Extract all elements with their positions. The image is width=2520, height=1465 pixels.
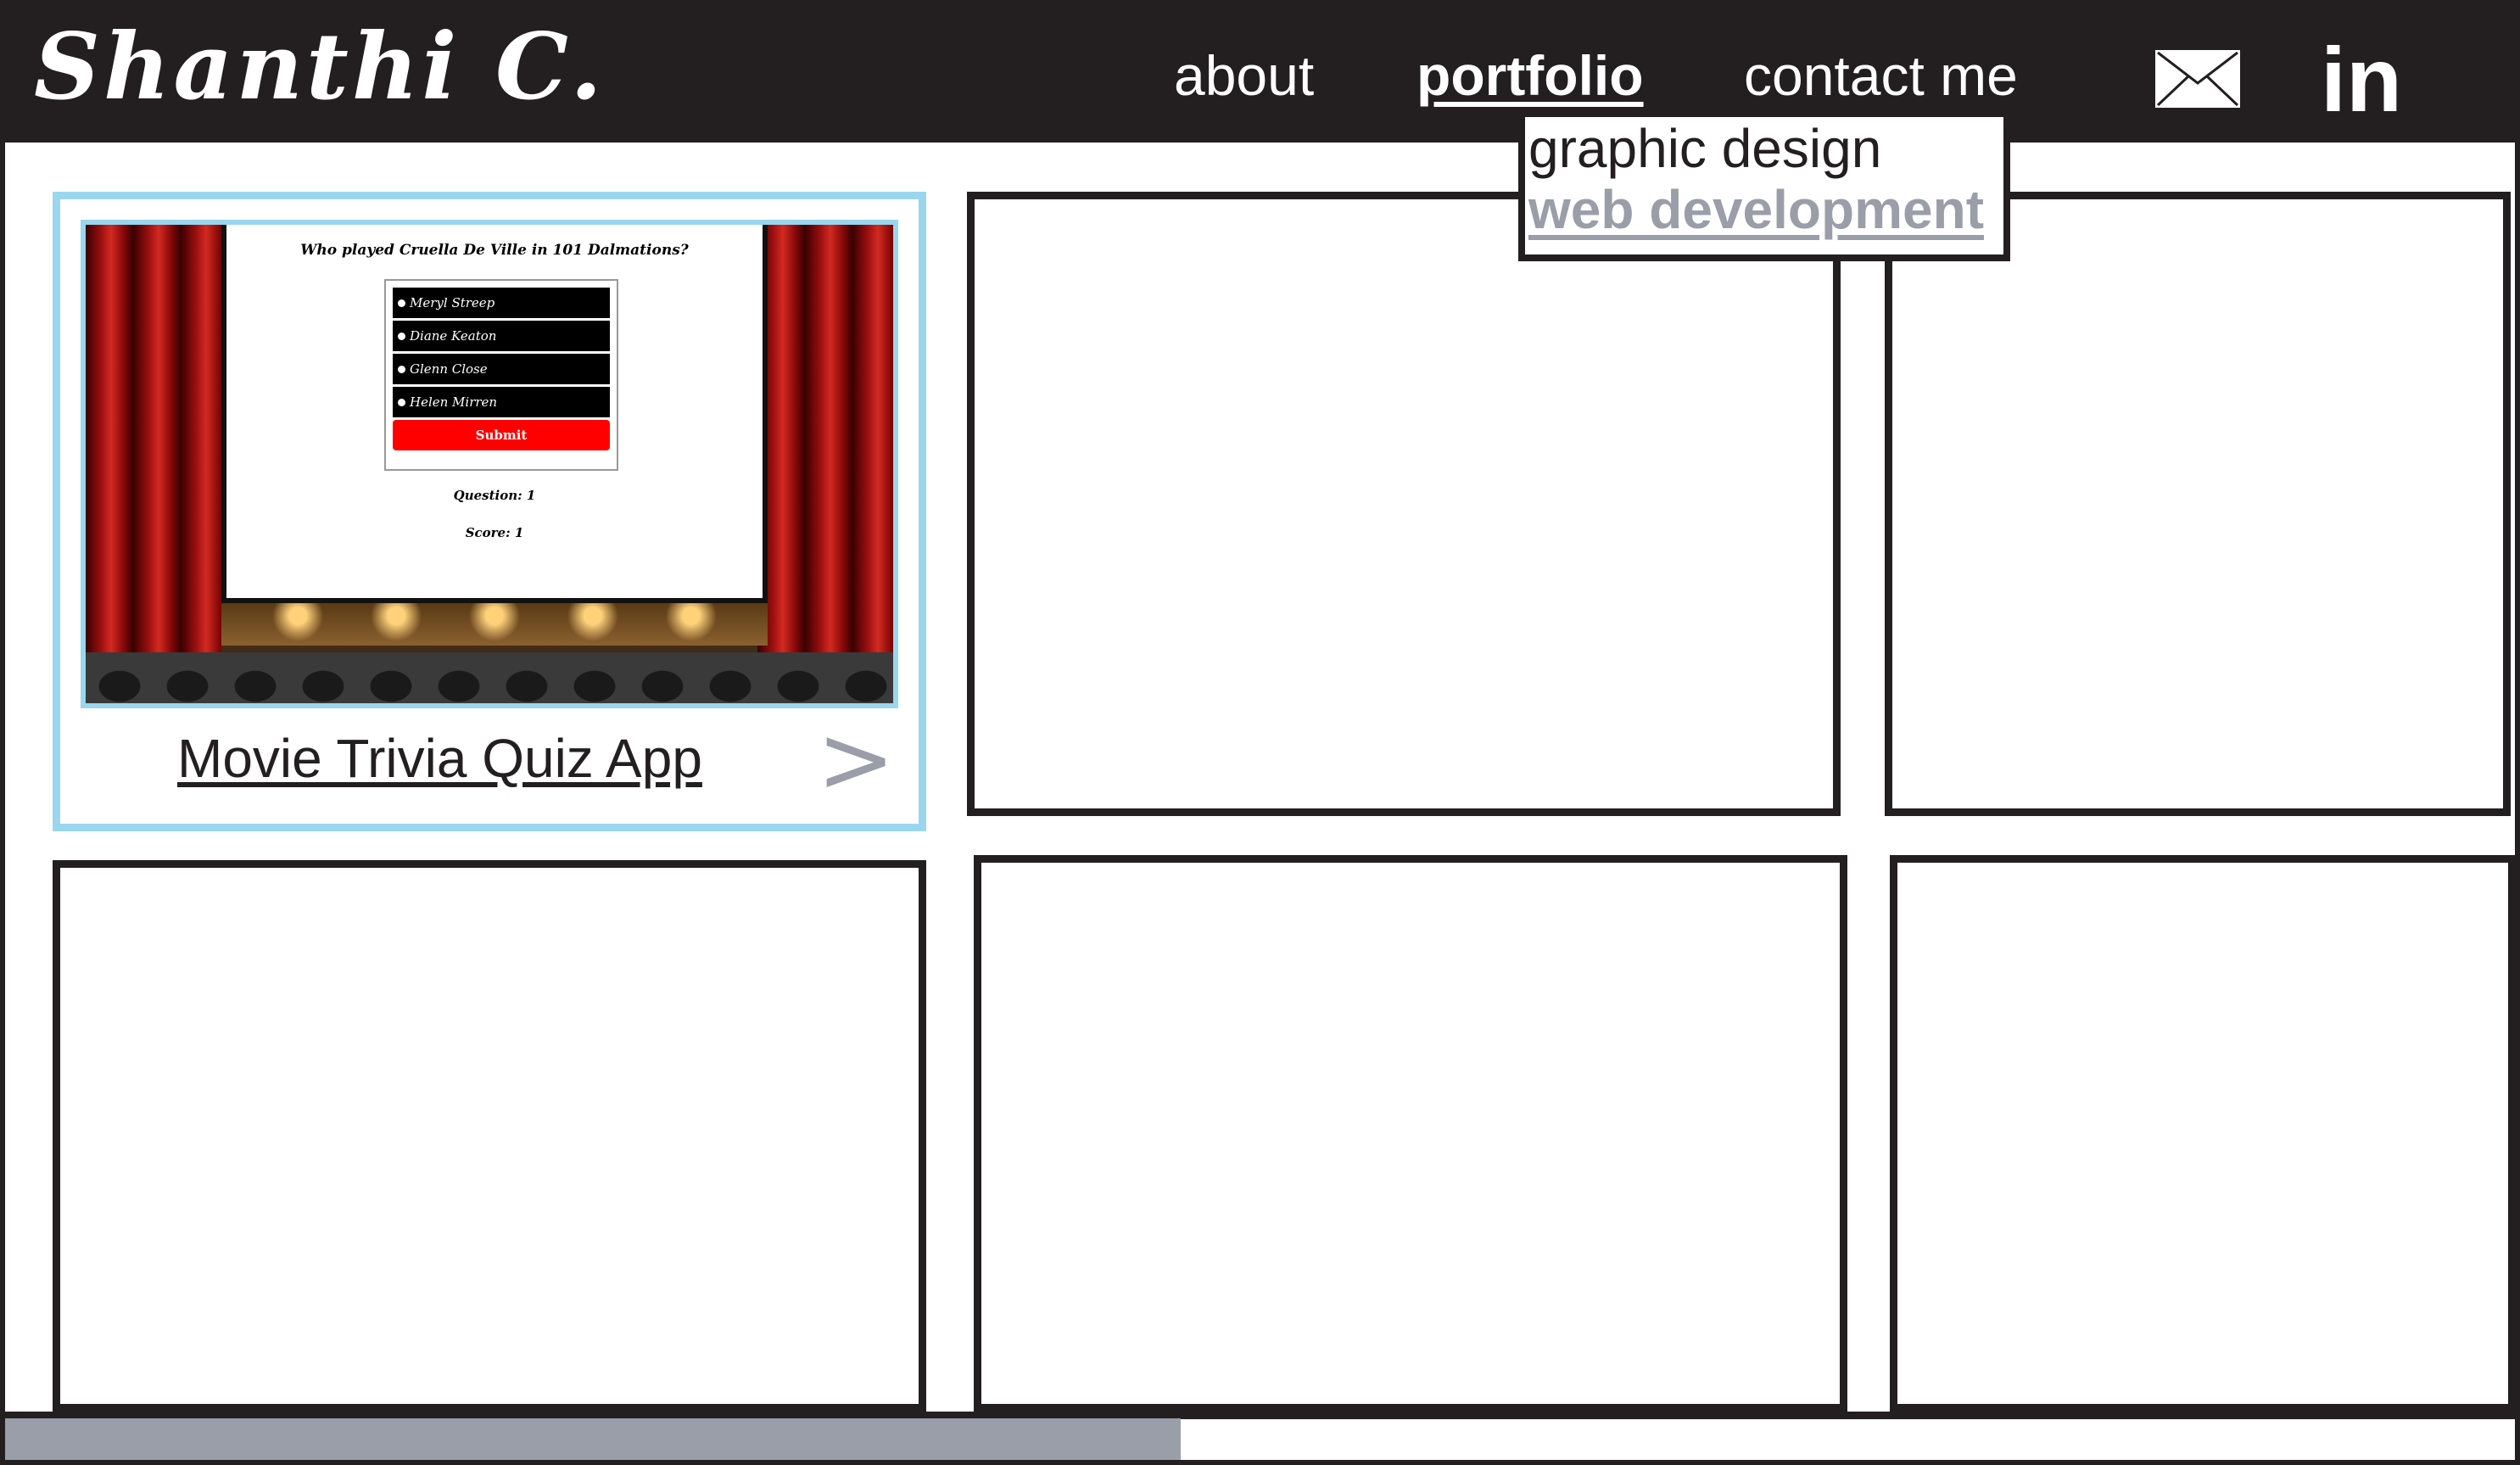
dropdown-item-web-development[interactable]: web development xyxy=(1528,178,1984,241)
linkedin-icon[interactable]: in xyxy=(2321,29,2402,131)
quiz-option: Diane Keaton xyxy=(393,321,610,351)
quiz-score: Score: 1 xyxy=(465,525,524,540)
project-title-link[interactable]: Movie Trivia Quiz App xyxy=(177,727,702,790)
mail-icon[interactable] xyxy=(2154,49,2241,109)
quiz-question-counter: Question: 1 xyxy=(453,488,536,503)
nav-contact[interactable]: contact me xyxy=(1744,39,2018,112)
theater-seats xyxy=(86,652,893,703)
quiz-option: Helen Mirren xyxy=(393,387,610,417)
quiz-option: Meryl Streep xyxy=(393,288,610,318)
project-thumbnail[interactable]: Who played Cruella De Ville in 101 Dalma… xyxy=(81,220,898,708)
quiz-options-box: Meryl Streep Diane Keaton Glenn Close He… xyxy=(384,279,618,471)
quiz-question: Who played Cruella De Ville in 101 Dalma… xyxy=(300,242,689,259)
curtain-right xyxy=(757,225,893,691)
portfolio-card-movie-trivia[interactable]: Who played Cruella De Ville in 101 Dalma… xyxy=(53,192,926,831)
site-logo[interactable]: Shanthi C. xyxy=(34,14,606,120)
portfolio-card-empty[interactable] xyxy=(967,192,1841,816)
dropdown-item-graphic-design[interactable]: graphic design xyxy=(1528,117,1881,180)
quiz-submit-button: Submit xyxy=(393,420,610,450)
nav-about[interactable]: about xyxy=(1174,39,1314,112)
portfolio-card-empty[interactable] xyxy=(53,860,926,1412)
portfolio-card-empty[interactable] xyxy=(974,855,1847,1412)
portfolio-card-empty[interactable] xyxy=(1885,192,2511,816)
chevron-right-icon[interactable]: > xyxy=(817,708,895,810)
curtain-left xyxy=(86,225,221,691)
scrollbar-thumb[interactable] xyxy=(5,1418,1181,1461)
nav-portfolio[interactable]: portfolio xyxy=(1416,39,1644,112)
stage-lights xyxy=(221,603,768,646)
portfolio-card-empty[interactable] xyxy=(1890,855,2516,1412)
quiz-screen: Who played Cruella De Ville in 101 Dalma… xyxy=(221,225,768,603)
site-header: Shanthi C. about portfolio contact me in xyxy=(0,0,2520,143)
portfolio-dropdown: graphic design web development xyxy=(1518,110,2010,261)
quiz-option: Glenn Close xyxy=(393,354,610,384)
